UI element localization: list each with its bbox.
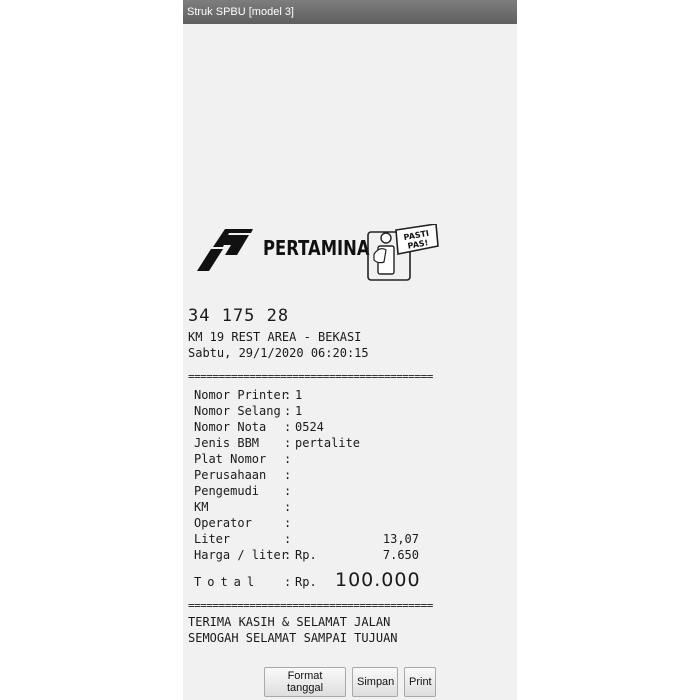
price-currency: Rp. [295, 548, 317, 562]
field-row: Perusahaan : [194, 468, 291, 484]
format-date-button[interactable]: Format tanggal [264, 667, 346, 697]
field-label: Nomor Printer [194, 388, 288, 402]
field-colon: : [284, 500, 292, 514]
separator-bottom: ======================================== [188, 599, 433, 612]
pasti-pas-badge-icon: PASTI PAS! [367, 224, 439, 281]
field-label: Perusahaan [194, 468, 267, 482]
field-label: KM [194, 500, 209, 514]
field-colon: : [284, 436, 292, 450]
field-colon: : [284, 452, 292, 466]
field-value: 0524 [295, 420, 324, 434]
field-colon: : [284, 468, 292, 482]
receipt: PERTAMINA PASTI PAS! 34 175 28 KM 19 RES… [183, 24, 517, 660]
field-colon: : [284, 388, 292, 402]
field-label: Jenis BBM [194, 436, 260, 450]
button-bar: Format tanggal Simpan Print [183, 660, 517, 700]
liter-value: 13,07 [382, 532, 419, 546]
window-title: Struk SPBU [model 3] [183, 0, 517, 24]
total-amount: 100.000 [335, 569, 421, 591]
field-label: Nomor Selang [194, 404, 281, 418]
print-button[interactable]: Print [404, 667, 436, 697]
field-colon: : [284, 532, 292, 546]
field-label: Operator [194, 516, 252, 530]
total-label: Total [194, 575, 261, 589]
field-row: Nomor Selang : 1 [194, 404, 302, 420]
field-colon: : [284, 420, 292, 434]
price-value: 7.650 [382, 548, 419, 562]
footer-wish: SEMOGAH SELAMAT SAMPAI TUJUAN [188, 631, 398, 645]
field-row: Jenis BBM : pertalite [194, 436, 360, 452]
price-label: Harga / liter [194, 548, 288, 562]
field-label: Nomor Nota [194, 420, 267, 434]
field-row: Nomor Nota : 0524 [194, 420, 324, 436]
pertamina-logo-icon [197, 229, 253, 271]
brand-name: PERTAMINA [263, 236, 370, 260]
price-row: Harga / liter : Rp. 7.650 [194, 548, 419, 564]
separator-top: ======================================== [188, 370, 433, 383]
field-colon: : [284, 575, 292, 589]
field-row: Plat Nomor : [194, 452, 291, 468]
footer-thanks: TERIMA KASIH & SELAMAT JALAN [188, 615, 391, 629]
field-colon: : [284, 484, 292, 498]
station-code: 34 175 28 [188, 306, 290, 326]
field-row: Pengemudi : [194, 484, 291, 500]
field-label: Plat Nomor [194, 452, 267, 466]
field-value: 1 [295, 388, 303, 402]
field-row: KM : [194, 500, 291, 516]
save-button[interactable]: Simpan [352, 667, 398, 697]
liter-row: Liter : 13,07 [194, 532, 419, 548]
liter-label: Liter [194, 532, 231, 546]
field-colon: : [284, 516, 292, 530]
field-colon: : [284, 548, 292, 562]
transaction-datetime: Sabtu, 29/1/2020 06:20:15 [188, 346, 369, 360]
logo-header: PERTAMINA PASTI PAS! [193, 224, 513, 284]
total-currency: Rp. [295, 575, 317, 589]
field-value: pertalite [295, 436, 361, 450]
field-colon: : [284, 404, 292, 418]
field-label: Pengemudi [194, 484, 260, 498]
station-location: KM 19 REST AREA - BEKASI [188, 330, 362, 344]
field-value: 1 [295, 404, 303, 418]
app-screen: Struk SPBU [model 3] PERTAMINA PASTI PAS… [183, 0, 517, 700]
field-row: Nomor Printer : 1 [194, 388, 302, 404]
field-row: Operator : [194, 516, 291, 532]
